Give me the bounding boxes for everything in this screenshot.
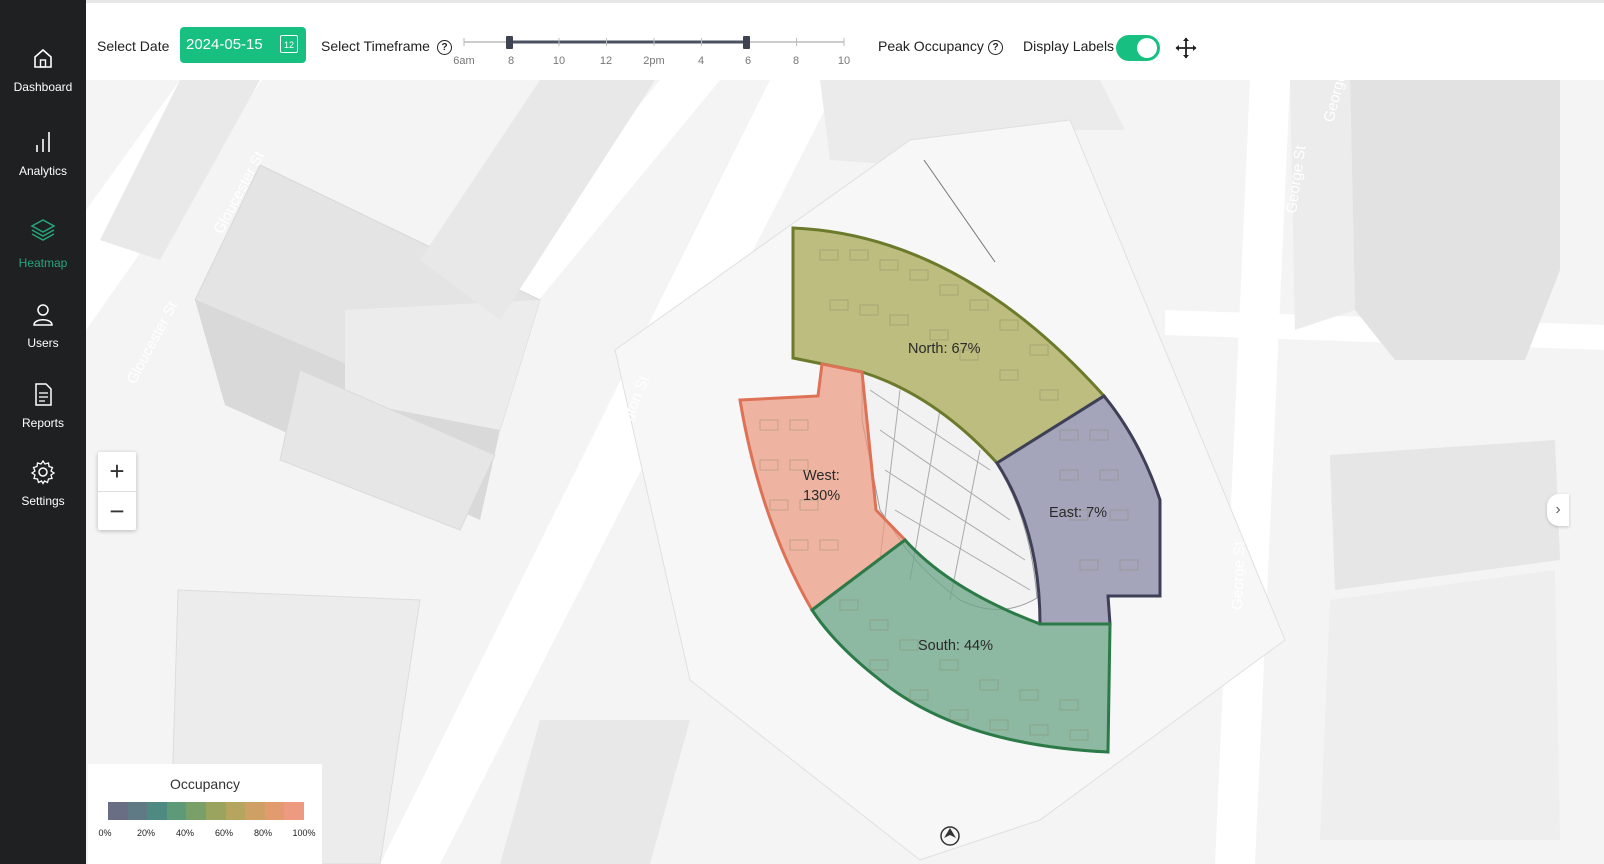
legend-tick: 0% (98, 828, 112, 838)
zone-label-west: West: (803, 468, 840, 484)
document-icon (35, 383, 52, 406)
street-label: Gloucester St (124, 298, 182, 387)
move-icon[interactable] (1174, 36, 1198, 60)
map-layer: North: 67% West: 130% East: 7% South: 44… (86, 80, 1604, 864)
slider-tick-label: 12 (599, 55, 613, 67)
sidebar-item-label: Users (27, 336, 59, 350)
legend-swatch (245, 802, 265, 820)
legend-swatch (166, 802, 187, 820)
slider-tick-label: 10 (552, 55, 566, 67)
zone-label-south: South: 44% (918, 638, 993, 654)
legend-swatch (186, 802, 206, 820)
bar-chart-icon (36, 132, 50, 152)
slider-tick-label: 6 (744, 55, 752, 67)
sidebar-item-users[interactable]: Users (0, 296, 86, 366)
date-value: 2024-05-15 (186, 36, 263, 53)
sidebar-item-label: Settings (21, 494, 65, 508)
slider-tick-label: 2pm (643, 55, 665, 67)
legend-swatch (147, 802, 167, 820)
legend-tick: 100% (292, 828, 316, 838)
slider-end-handle[interactable] (743, 36, 750, 49)
legend-swatch (127, 802, 148, 820)
display-labels-label: Display Labels (1023, 38, 1115, 54)
zoom-controls: + − (98, 452, 136, 530)
sidebar-item-reports[interactable]: Reports (0, 376, 86, 446)
display-labels-toggle[interactable] (1116, 35, 1160, 61)
slider-tick-label: 8 (507, 55, 515, 67)
gear-icon (30, 459, 56, 485)
legend-tick: 20% (136, 828, 156, 838)
select-date-label: Select Date (97, 38, 170, 54)
slider-tick-label: 10 (837, 55, 851, 67)
toggle-knob (1137, 38, 1157, 58)
sidebar: Dashboard Analytics Heatmap Users Report… (0, 0, 86, 864)
street-label: George St (1229, 540, 1248, 610)
user-icon (33, 304, 53, 326)
legend-tick: 40% (175, 828, 195, 838)
legend-swatch (205, 802, 226, 820)
toolbar: Select Date 2024-05-15 12 Select Timefra… (86, 0, 1604, 80)
peak-occupancy-label[interactable]: Peak Occupancy (878, 38, 984, 54)
timeframe-slider[interactable]: 6am 8 10 12 2pm 4 6 8 10 (453, 33, 851, 73)
zoom-out-button[interactable]: − (98, 492, 136, 531)
slider-start-handle[interactable] (506, 36, 513, 49)
home-icon (34, 48, 52, 68)
sidebar-item-label: Analytics (18, 164, 68, 178)
street-label: George St (1236, 370, 1255, 440)
zone-label-west-value: 130% (803, 488, 840, 504)
sidebar-item-label: Dashboard (13, 80, 73, 94)
zone-label-east: East: 7% (1049, 505, 1107, 521)
sidebar-item-heatmap[interactable]: Heatmap (0, 212, 86, 282)
legend-tick: 80% (253, 828, 273, 838)
slider-tick-label: 6am (453, 55, 475, 67)
date-picker-button[interactable]: 2024-05-15 12 (180, 27, 306, 63)
occupancy-legend: Occupancy 0% 20% 40% 60% 80% 100% (88, 764, 322, 864)
legend-swatch (284, 802, 304, 820)
sidebar-item-analytics[interactable]: Analytics (0, 124, 86, 194)
legend-tick: 60% (214, 828, 234, 838)
zoom-in-button[interactable]: + (98, 452, 136, 492)
slider-tick-label: 4 (697, 55, 705, 67)
legend-swatch (264, 802, 285, 820)
timeframe-help-icon[interactable]: ? (437, 40, 452, 55)
sidebar-item-label: Reports (21, 416, 65, 430)
slider-track (463, 36, 845, 49)
expand-panel-arrow[interactable]: › (1547, 494, 1569, 526)
zone-label-north: North: 67% (908, 341, 981, 357)
legend-swatch (225, 802, 246, 820)
legend-color-scale (108, 802, 304, 820)
select-timeframe-label: Select Timeframe (321, 38, 430, 54)
map-canvas[interactable]: North: 67% West: 130% East: 7% South: 44… (86, 80, 1604, 864)
sidebar-item-dashboard[interactable]: Dashboard (0, 40, 86, 110)
peak-help-icon[interactable]: ? (988, 40, 1003, 55)
layers-icon (30, 219, 56, 241)
sidebar-item-label: Heatmap (18, 256, 68, 270)
sidebar-item-settings[interactable]: Settings (0, 454, 86, 524)
calendar-icon: 12 (280, 35, 298, 53)
legend-title: Occupancy (169, 776, 241, 792)
legend-swatch (108, 802, 128, 820)
slider-tick-label: 8 (792, 55, 800, 67)
